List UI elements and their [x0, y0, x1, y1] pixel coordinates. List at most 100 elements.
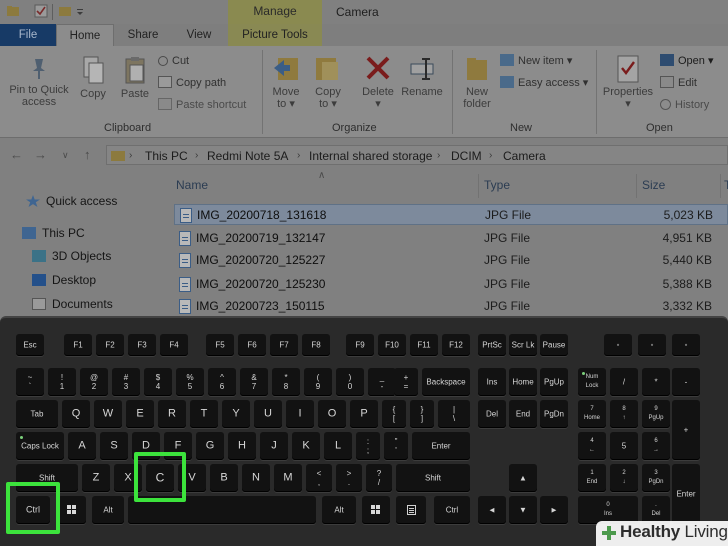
- key-4[interactable]: $ 4: [144, 368, 172, 396]
- copy-path-button[interactable]: Copy path: [158, 74, 226, 92]
- properties-check-icon[interactable]: [34, 4, 48, 18]
- easy-access-button[interactable]: Easy access ▾: [500, 74, 588, 92]
- nav-3d-objects[interactable]: 3D Objects: [32, 247, 111, 265]
- key-numpad-enter[interactable]: Enter: [672, 464, 700, 524]
- key-5[interactable]: % 5: [176, 368, 204, 396]
- key-f12[interactable]: F12: [442, 334, 470, 356]
- paste-shortcut-button[interactable]: Paste shortcut: [158, 96, 246, 114]
- key-q[interactable]: Q: [62, 400, 90, 428]
- copy-button[interactable]: Copy: [74, 56, 112, 100]
- key-numpad-5[interactable]: 5: [610, 432, 638, 460]
- file-row[interactable]: IMG_20200720_125227 JPG File 5,440 KB: [174, 250, 728, 271]
- file-row[interactable]: IMG_20200723_150115 JPG File 3,332 KB: [174, 296, 728, 317]
- key-down-arrow[interactable]: ▼: [509, 496, 537, 524]
- key-menu[interactable]: [396, 496, 426, 524]
- key-f8[interactable]: F8: [302, 334, 330, 356]
- key-j[interactable]: J: [260, 432, 288, 460]
- key-numlock[interactable]: Num Lock: [578, 368, 606, 396]
- key-slash[interactable]: ? /: [366, 464, 392, 492]
- key-numpad-9[interactable]: 9 PgUp: [642, 400, 670, 428]
- column-header-extra[interactable]: T: [724, 178, 728, 192]
- breadcrumb-this-pc[interactable]: This PC: [145, 148, 188, 166]
- column-header-type[interactable]: Type: [484, 178, 510, 192]
- key-k[interactable]: K: [292, 432, 320, 460]
- key-numpad-multiply[interactable]: *: [642, 368, 670, 396]
- tab-picture-tools[interactable]: Picture Tools: [228, 24, 322, 46]
- key-minus[interactable]: _ -: [368, 368, 396, 396]
- key-comma[interactable]: < ,: [306, 464, 332, 492]
- key-r[interactable]: R: [158, 400, 186, 428]
- cut-button[interactable]: Cut: [158, 52, 189, 70]
- breadcrumb-storage[interactable]: Internal shared storage: [309, 148, 432, 166]
- key-pgdn[interactable]: PgDn: [540, 400, 568, 428]
- nav-desktop[interactable]: Desktop: [32, 271, 96, 289]
- forward-arrow-icon[interactable]: →: [34, 147, 47, 162]
- column-header-name[interactable]: Name: [176, 178, 208, 192]
- key-numpad-8[interactable]: 8 ↑: [610, 400, 638, 428]
- back-arrow-icon[interactable]: ←: [10, 147, 23, 162]
- key-u[interactable]: U: [254, 400, 282, 428]
- key-right-bracket[interactable]: } ]: [410, 400, 434, 428]
- move-to-button[interactable]: Move to ▾: [266, 54, 306, 110]
- key-1[interactable]: ! 1: [48, 368, 76, 396]
- key-m[interactable]: M: [274, 464, 302, 492]
- key-home[interactable]: Home: [509, 368, 537, 396]
- key-scrlk[interactable]: Scr Lk: [509, 334, 537, 356]
- key-up-arrow[interactable]: ▲: [509, 464, 537, 492]
- column-header-size[interactable]: Size: [642, 178, 665, 192]
- key-pgup[interactable]: PgUp: [540, 368, 568, 396]
- key-right-windows[interactable]: [362, 496, 390, 524]
- key-ins[interactable]: Ins: [478, 368, 506, 396]
- key-left-windows[interactable]: [58, 496, 86, 524]
- key-z[interactable]: Z: [82, 464, 110, 492]
- tab-view[interactable]: View: [172, 24, 226, 46]
- key-f1[interactable]: F1: [64, 334, 92, 356]
- key-numpad-divide[interactable]: /: [610, 368, 638, 396]
- key-3[interactable]: # 3: [112, 368, 140, 396]
- key-8[interactable]: * 8: [272, 368, 300, 396]
- key-h[interactable]: H: [228, 432, 256, 460]
- key-s[interactable]: S: [100, 432, 128, 460]
- new-folder-icon[interactable]: [58, 4, 72, 18]
- paste-button[interactable]: Paste: [116, 56, 154, 100]
- nav-documents[interactable]: Documents: [32, 295, 113, 313]
- address-input[interactable]: › This PC › Redmi Note 5A › Internal sha…: [106, 145, 728, 165]
- open-button[interactable]: Open ▾: [660, 52, 714, 70]
- key-tilde[interactable]: ~ `: [16, 368, 44, 396]
- key-f5[interactable]: F5: [206, 334, 234, 356]
- key-2[interactable]: @ 2: [80, 368, 108, 396]
- key-numpad-plus[interactable]: +: [672, 400, 700, 460]
- key-esc[interactable]: Esc: [16, 334, 44, 356]
- key-f6[interactable]: F6: [238, 334, 266, 356]
- key-t[interactable]: T: [190, 400, 218, 428]
- key-numpad-4[interactable]: 4 ←: [578, 432, 606, 460]
- key-b[interactable]: B: [210, 464, 238, 492]
- key-right-alt[interactable]: Alt: [322, 496, 356, 524]
- key-n[interactable]: N: [242, 464, 270, 492]
- key-right-shift[interactable]: Shift: [396, 464, 470, 492]
- key-left-alt[interactable]: Alt: [92, 496, 124, 524]
- key-equals[interactable]: + =: [394, 368, 418, 396]
- breadcrumb-camera[interactable]: Camera: [503, 148, 546, 166]
- tab-home[interactable]: Home: [56, 24, 114, 46]
- file-row[interactable]: IMG_20200719_132147 JPG File 4,951 KB: [174, 228, 728, 249]
- key-f11[interactable]: F11: [410, 334, 438, 356]
- customize-toolbar-icon[interactable]: [76, 4, 84, 18]
- key-f2[interactable]: F2: [96, 334, 124, 356]
- key-9[interactable]: ( 9: [304, 368, 332, 396]
- key-prtsc[interactable]: PrtSc: [478, 334, 506, 356]
- key-semicolon[interactable]: : ;: [356, 432, 380, 460]
- key-left-bracket[interactable]: { [: [382, 400, 406, 428]
- key-right-arrow[interactable]: ►: [540, 496, 568, 524]
- history-button[interactable]: History: [660, 96, 709, 114]
- key-f10[interactable]: F10: [378, 334, 406, 356]
- tab-file[interactable]: File: [0, 24, 56, 46]
- rename-button[interactable]: Rename: [400, 54, 444, 98]
- key-6[interactable]: ^ 6: [208, 368, 236, 396]
- key-numpad-3[interactable]: 3 PgDn: [642, 464, 670, 492]
- key-w[interactable]: W: [94, 400, 122, 428]
- key-e[interactable]: E: [126, 400, 154, 428]
- new-folder-button[interactable]: New folder: [456, 54, 498, 110]
- key-l[interactable]: L: [324, 432, 352, 460]
- key-backspace[interactable]: Backspace: [422, 368, 470, 396]
